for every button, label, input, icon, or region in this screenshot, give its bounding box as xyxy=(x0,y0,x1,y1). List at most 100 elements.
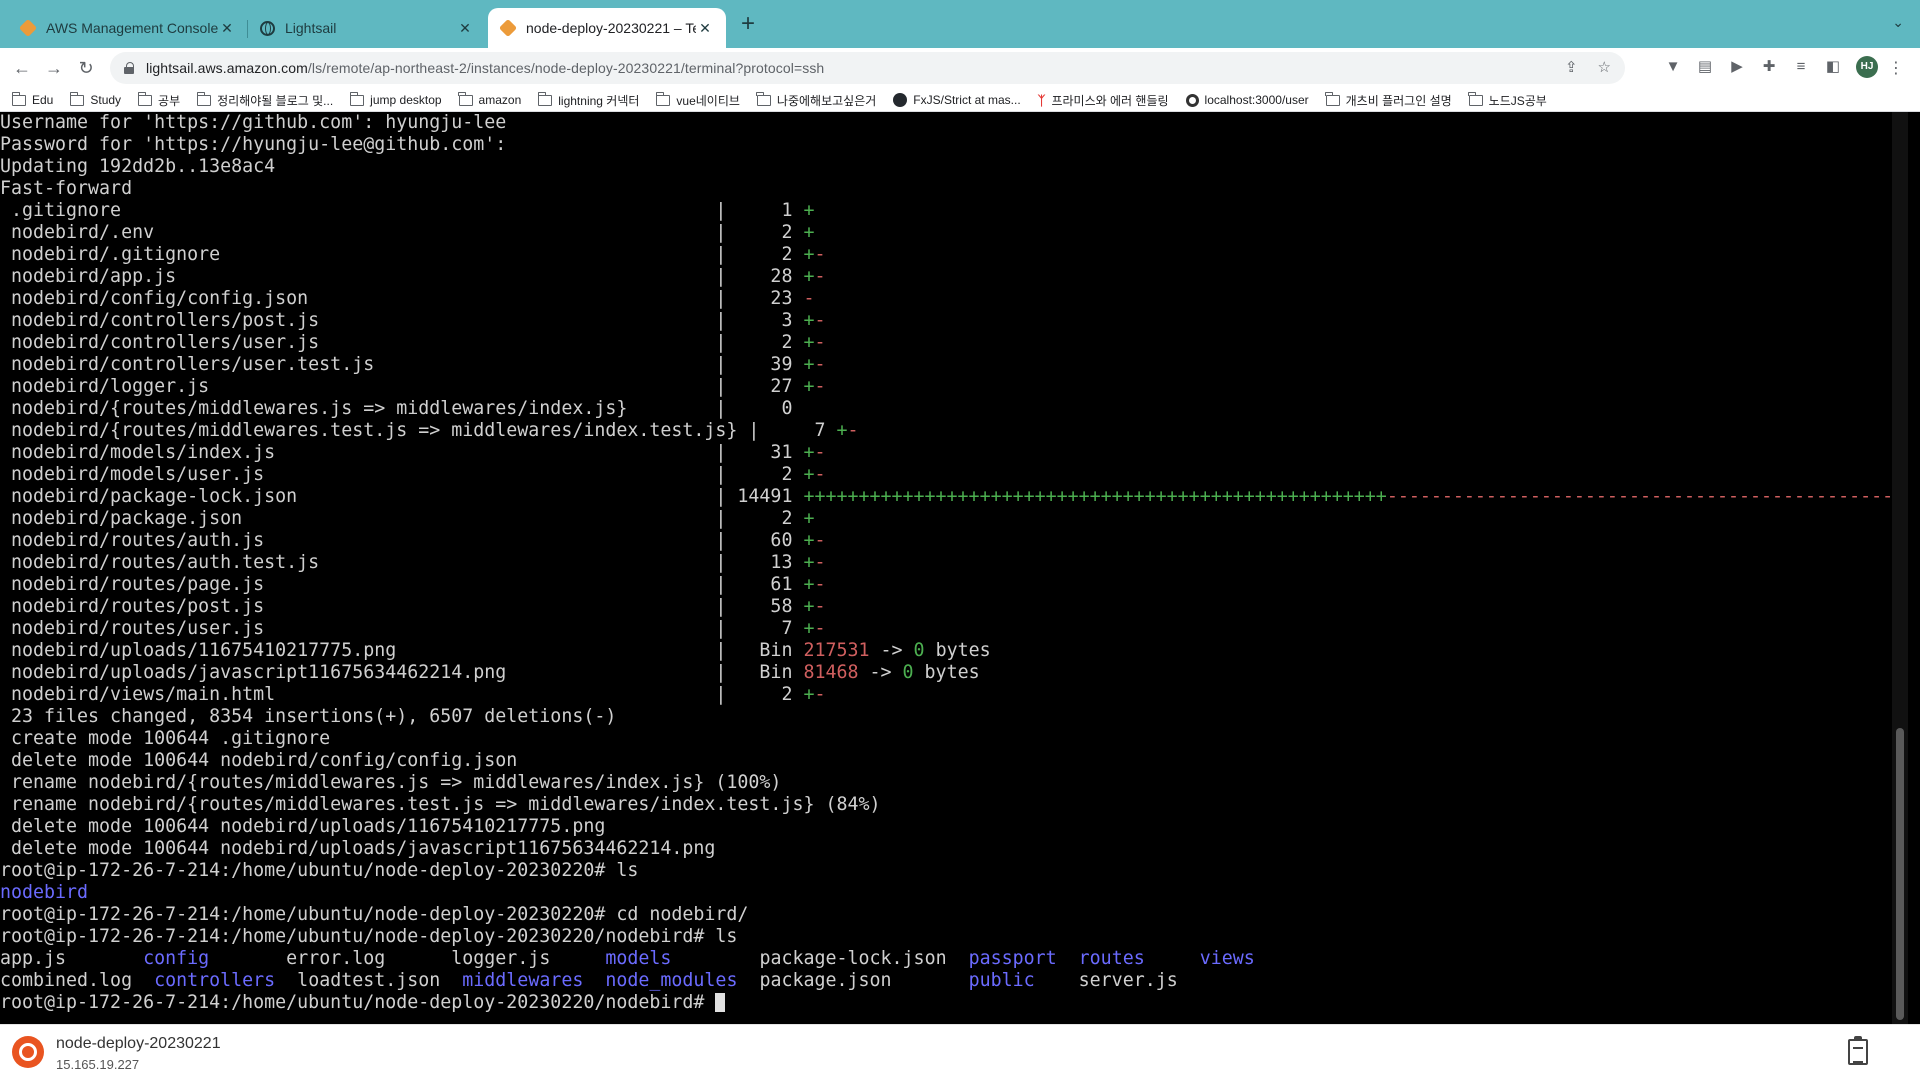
terminal-line: nodebird/views/main.html | 2 +- xyxy=(0,684,1908,706)
terminal-line: root@ip-172-26-7-214:/home/ubuntu/node-d… xyxy=(0,904,1908,926)
back-arrow-icon[interactable]: ← xyxy=(10,56,34,80)
terminal-text: + xyxy=(803,596,815,617)
chevron-down-icon[interactable]: ⌄ xyxy=(1892,14,1904,31)
terminal-text: nodebird/models/user.js | 2 xyxy=(0,464,804,485)
terminal-text: nodebird/logger.js | 27 xyxy=(0,376,804,397)
star-icon[interactable]: ☆ xyxy=(1598,58,1611,76)
terminal-line: nodebird/{routes/middlewares.js => middl… xyxy=(0,398,1908,420)
bookmark-label: lightning 커넥터 xyxy=(558,93,640,108)
terminal-text: nodebird/app.js | 28 xyxy=(0,266,804,287)
terminal-line: nodebird/config/config.json | 23 - xyxy=(0,288,1908,310)
terminal-text: + xyxy=(803,574,815,595)
terminal-text: - xyxy=(814,310,826,331)
terminal-text: app.js xyxy=(0,948,144,969)
terminal-text: - xyxy=(814,574,826,595)
new-tab-icon[interactable]: + xyxy=(736,12,760,36)
bookmark-item[interactable]: Study xyxy=(69,91,122,107)
terminal-text: Updating 192dd2b..13e8ac4 xyxy=(0,156,276,177)
url-text[interactable]: lightsail.aws.amazon.com/ls/remote/ap-no… xyxy=(146,60,824,76)
terminal-text: - xyxy=(803,288,815,309)
reload-icon[interactable]: ↻ xyxy=(74,56,98,80)
vue-devtools-icon[interactable]: ▼ xyxy=(1664,58,1682,76)
terminal-line: nodebird/models/index.js | 31 +- xyxy=(0,442,1908,464)
terminal-line: nodebird/routes/post.js | 58 +- xyxy=(0,596,1908,618)
tab-lightsail[interactable]: Lightsail ✕ xyxy=(248,8,486,48)
bookmark-label: 공부 xyxy=(158,93,181,108)
close-icon[interactable]: ✕ xyxy=(456,20,474,37)
terminal-text: nodebird/config/config.json | 23 xyxy=(0,288,804,309)
kebab-menu-icon[interactable]: ⋮ xyxy=(1888,58,1904,78)
terminal-line: nodebird/models/user.js | 2 +- xyxy=(0,464,1908,486)
terminal-text: - xyxy=(814,618,826,639)
terminal-scrollbar[interactable] xyxy=(1892,112,1908,1024)
folder-icon xyxy=(655,91,671,106)
avatar[interactable]: HJ xyxy=(1856,56,1878,78)
reading-list-icon[interactable]: ≡ xyxy=(1792,58,1810,76)
instance-name: node-deploy-20230221 xyxy=(56,1035,221,1052)
terminal-text: - xyxy=(814,266,826,287)
terminal-line: nodebird/.env | 2 + xyxy=(0,222,1908,244)
address-bar[interactable]: lightsail.aws.amazon.com/ls/remote/ap-no… xyxy=(110,52,1625,84)
tab-aws-console[interactable]: AWS Management Console ✕ xyxy=(8,8,248,48)
terminal-text: package-lock.json xyxy=(671,948,969,969)
bookmark-item[interactable]: vue네이티브 xyxy=(655,91,740,109)
terminal-text: - xyxy=(814,442,826,463)
instance-ip: 15.165.19.227 xyxy=(56,1057,140,1072)
folder-icon xyxy=(137,91,153,106)
terminal-line: 23 files changed, 8354 insertions(+), 65… xyxy=(0,706,1908,728)
scrollbar-thumb[interactable] xyxy=(1896,728,1904,1020)
clipboard-icon[interactable] xyxy=(1848,1036,1868,1065)
bookmark-item[interactable]: 공부 xyxy=(137,91,181,109)
bookmark-item[interactable]: localhost:3000/user xyxy=(1185,93,1309,107)
bookmark-item[interactable]: Edu xyxy=(11,91,53,107)
bookmark-item[interactable]: jump desktop xyxy=(349,91,442,107)
bookmark-item[interactable]: FxJS/Strict at mas... xyxy=(893,93,1021,107)
bookmark-item[interactable]: lightning 커넥터 xyxy=(537,91,640,109)
terminal-text: 217531 xyxy=(803,640,870,661)
folder-icon xyxy=(1325,91,1340,106)
directory-name: controllers xyxy=(154,970,276,991)
terminal-text: root@ip-172-26-7-214:/home/ubuntu/node-d… xyxy=(0,904,749,925)
terminal-line: root@ip-172-26-7-214:/home/ubuntu/node-d… xyxy=(0,860,1908,882)
terminal-text: nodebird/views/main.html | 2 xyxy=(0,684,804,705)
folder-icon xyxy=(537,91,553,106)
terminal-text: loadtest.json xyxy=(275,970,463,991)
terminal-text: nodebird/package-lock.json | 14491 xyxy=(0,486,804,507)
terminal-text: - xyxy=(814,376,826,397)
bookmark-item[interactable]: 개츠비 플러그인 설명 xyxy=(1325,91,1452,109)
browser-toolbar: ← → ↻ lightsail.aws.amazon.com/ls/remote… xyxy=(0,48,1920,88)
terminal-output[interactable]: Username for 'https://github.com': hyung… xyxy=(0,112,1908,1024)
directory-name: views xyxy=(1199,948,1255,969)
url-path: /ls/remote/ap-northeast-2/instances/node… xyxy=(307,60,825,76)
terminal-text: + xyxy=(803,200,815,221)
bookmark-item[interactable]: 나중에해보고싶은거 xyxy=(756,91,876,109)
lock-icon[interactable] xyxy=(124,62,134,74)
media-icon[interactable]: ▶ xyxy=(1728,58,1746,76)
side-panel-icon[interactable]: ◧ xyxy=(1824,58,1842,76)
bookmark-label: Study xyxy=(90,93,122,107)
terminal-text: nodebird/package.json | 2 xyxy=(0,508,804,529)
bookmark-item[interactable]: amazon xyxy=(458,91,522,107)
bookmark-item[interactable]: 노드JS공부 xyxy=(1468,91,1547,109)
terminal-text: root@ip-172-26-7-214:/home/ubuntu/node-d… xyxy=(0,860,639,881)
terminal-line: nodebird/.gitignore | 2 +- xyxy=(0,244,1908,266)
terminal-line: nodebird/controllers/user.test.js | 39 +… xyxy=(0,354,1908,376)
bookmark-item[interactable]: ᛉ 프라미스와 에러 핸들링 xyxy=(1038,92,1169,109)
close-icon[interactable]: ✕ xyxy=(218,20,236,37)
directory-name: node_modules xyxy=(605,970,738,991)
forward-arrow-icon[interactable]: → xyxy=(42,56,66,80)
terminal-text: combined.log xyxy=(0,970,155,991)
bookmark-item[interactable]: 정리해야될 블로그 및... xyxy=(196,91,333,109)
puzzle-icon[interactable]: ✚ xyxy=(1760,58,1778,76)
directory-name: passport xyxy=(968,948,1057,969)
terminal-text: package.json xyxy=(737,970,969,991)
tab-terminal[interactable]: node-deploy-20230221 – Terminal ✕ xyxy=(488,8,726,48)
bookmark-label: amazon xyxy=(478,93,522,107)
terminal-text: Password for 'https://hyungju-lee@github… xyxy=(0,134,507,155)
extension-stack-icon[interactable]: ▤ xyxy=(1696,58,1714,76)
terminal-line: app.js config error.log logger.js models… xyxy=(0,948,1908,970)
share-icon[interactable]: ⇪ xyxy=(1565,58,1578,76)
github-icon xyxy=(893,93,908,107)
close-icon[interactable]: ✕ xyxy=(696,20,714,37)
